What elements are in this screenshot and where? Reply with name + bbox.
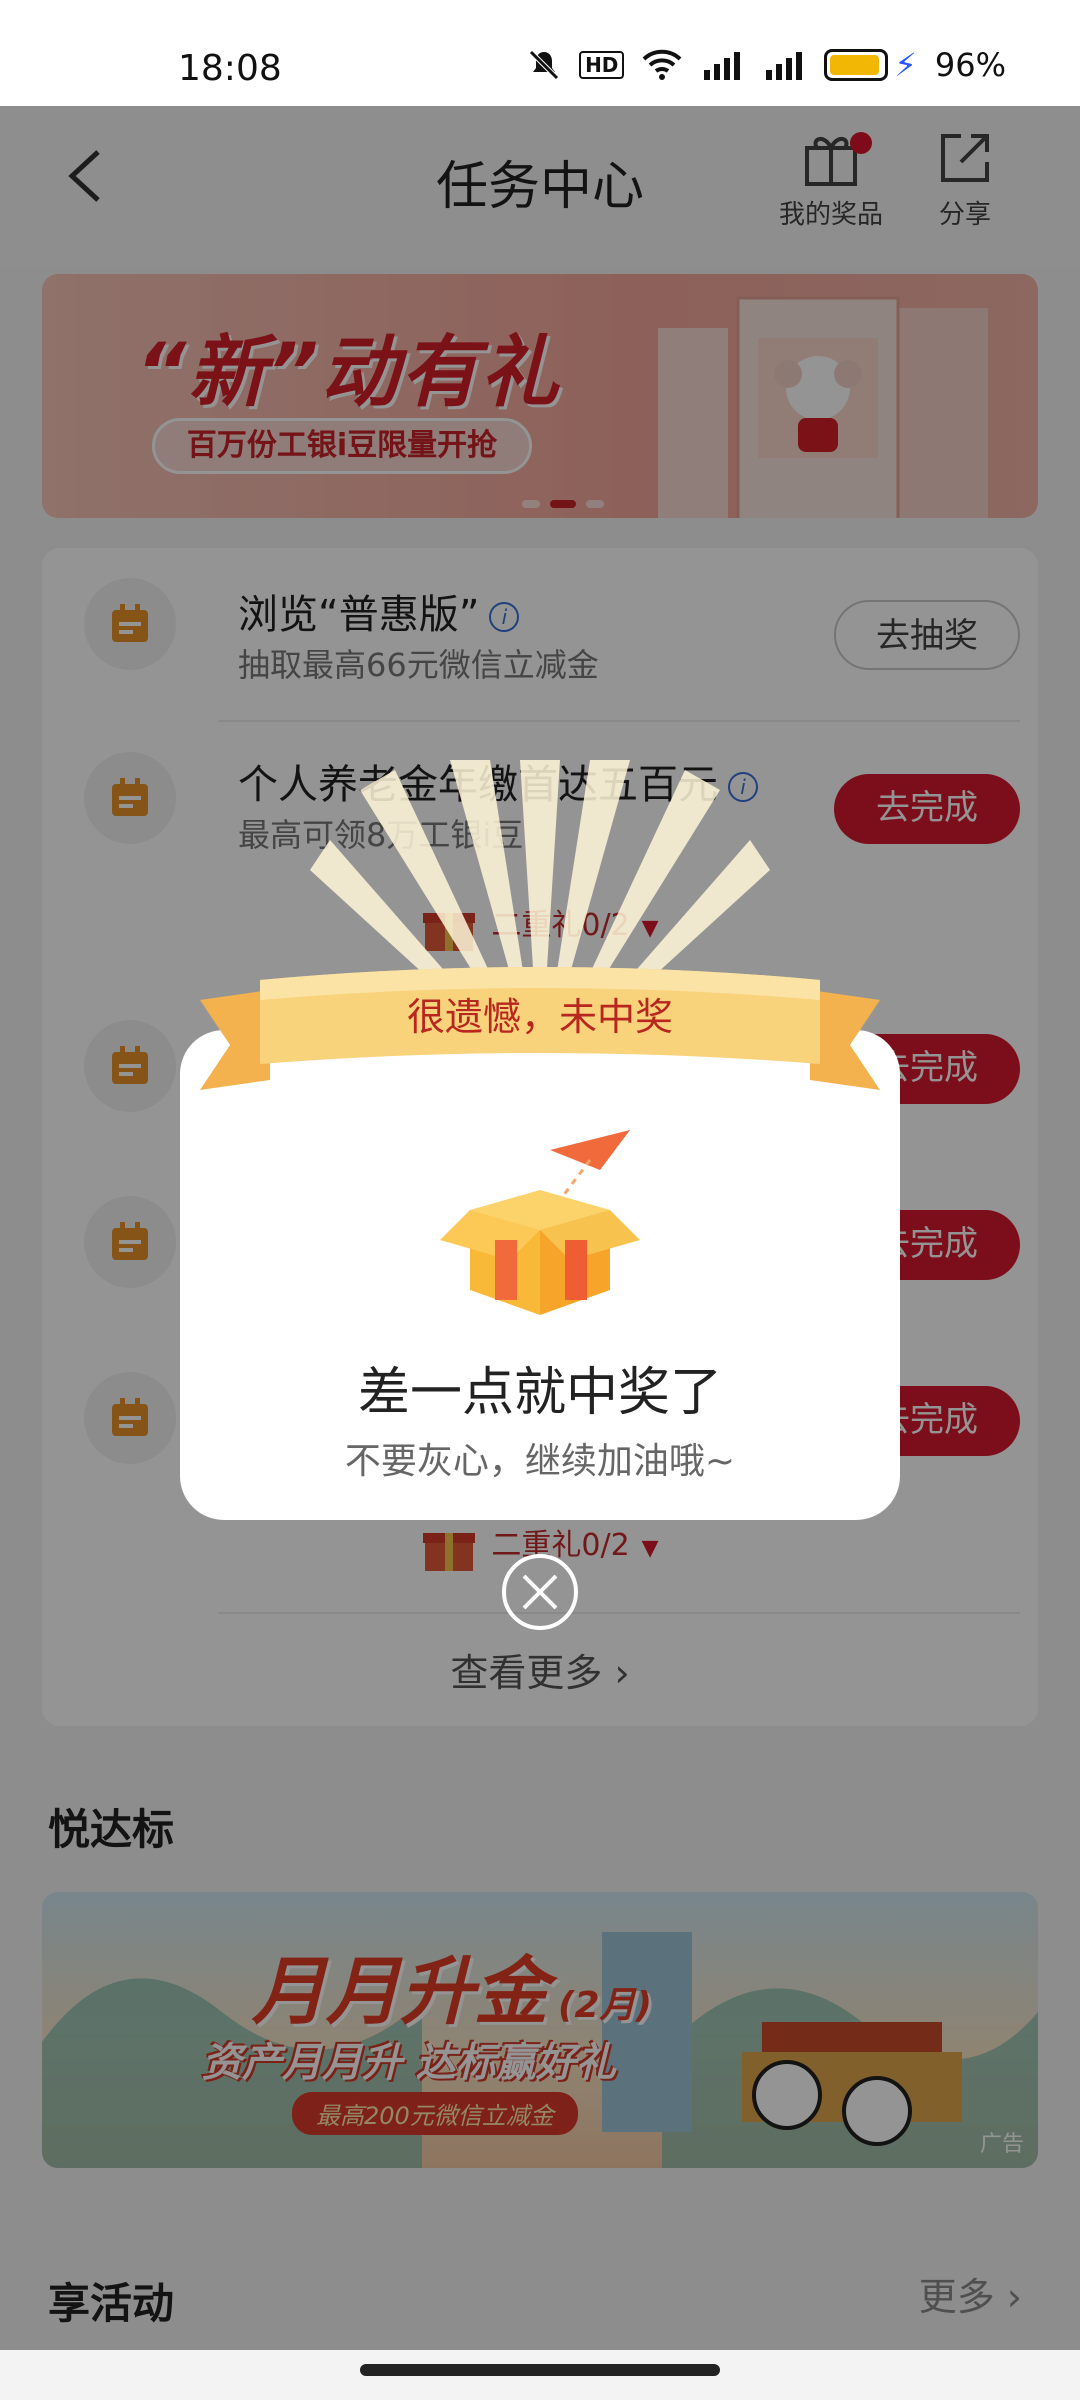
status-bar: 18:08 HD ⚡ 96% bbox=[0, 0, 1080, 106]
status-time: 18:08 bbox=[178, 48, 282, 89]
empty-box-icon bbox=[440, 1130, 640, 1315]
modal-title: 差一点就中奖了 bbox=[357, 1363, 722, 1423]
battery-percent: 96% bbox=[934, 46, 1006, 84]
home-indicator[interactable] bbox=[360, 2364, 720, 2376]
mute-icon bbox=[529, 50, 559, 80]
battery-icon bbox=[824, 49, 889, 81]
signal-icon-2 bbox=[766, 52, 803, 80]
modal-subtitle: 不要灰心，继续加油哦~ bbox=[344, 1441, 736, 1482]
modal-ribbon-text: 很遗憾，未中奖 bbox=[406, 995, 673, 1039]
wifi-icon bbox=[643, 49, 682, 80]
charging-icon: ⚡ bbox=[894, 46, 917, 84]
close-icon[interactable] bbox=[500, 1552, 580, 1632]
status-icons: HD ⚡ 96% bbox=[527, 46, 1006, 84]
hd-icon: HD bbox=[579, 51, 625, 79]
signal-icon-1 bbox=[704, 52, 741, 80]
